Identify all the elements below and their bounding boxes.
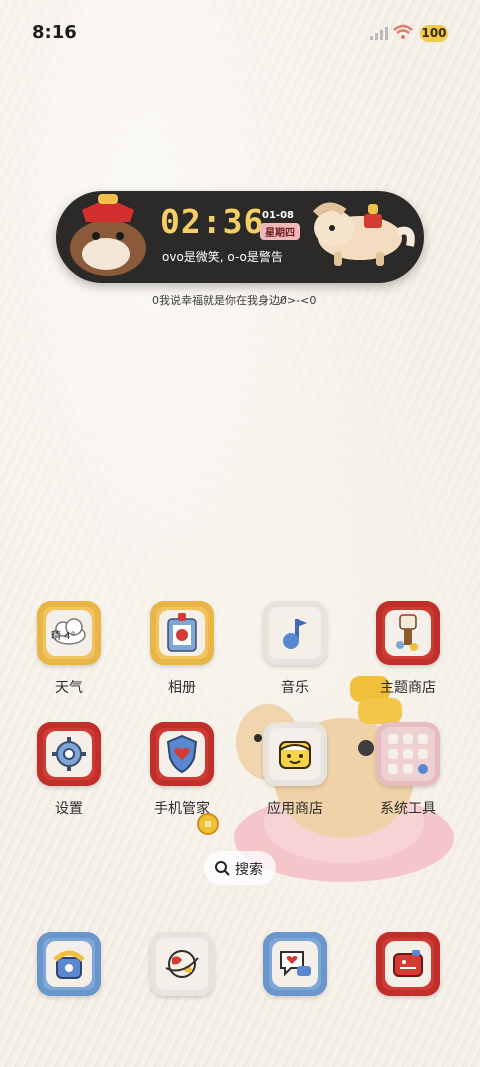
- gear-icon: [52, 737, 86, 771]
- signal-icon: [370, 27, 388, 40]
- phone-app-icon: [37, 932, 101, 996]
- browser-app-icon: [150, 932, 214, 996]
- theme-store-app-icon: [376, 601, 440, 665]
- app-label: 应用商店: [267, 801, 323, 817]
- weather-app-icon: 晴 4°: [37, 601, 101, 665]
- globe-icon: [165, 950, 199, 978]
- paintbrush-icon: [396, 614, 418, 651]
- widget-weekday: 星期四: [260, 223, 300, 240]
- camera-icon: [393, 950, 423, 977]
- weather-text: 晴 4°: [51, 631, 76, 642]
- smiley-bag-icon: [279, 741, 311, 769]
- widget-clock: 02:36: [160, 202, 265, 241]
- horse-mascot-icon: [70, 194, 146, 276]
- music-note-icon: [283, 619, 307, 649]
- folder-icon: [376, 722, 440, 786]
- chat-bubble-icon: [280, 951, 311, 977]
- coin-icon: [197, 813, 219, 835]
- app-label: 天气: [55, 680, 83, 696]
- phone-manager-app-icon: [150, 722, 214, 786]
- app-label: 音乐: [281, 680, 309, 696]
- app-store-app-icon: [263, 722, 327, 786]
- photo-icon: [167, 613, 197, 652]
- battery-indicator: 100: [420, 25, 448, 42]
- widget-motto: ovo是微笑, o-o是警告: [162, 250, 283, 264]
- shield-icon: [166, 734, 198, 774]
- folder-grid-icon: [388, 734, 428, 774]
- app-label: 系统工具: [380, 801, 436, 817]
- widget-date: 01-08: [262, 210, 294, 221]
- settings-app-icon: [37, 722, 101, 786]
- app-label: 设置: [55, 801, 83, 817]
- app-label: 主题商店: [380, 680, 436, 696]
- search-button[interactable]: 搜索: [204, 851, 276, 885]
- gallery-app-icon: [150, 601, 214, 665]
- phone-icon: [53, 950, 85, 979]
- app-label: 相册: [168, 680, 196, 696]
- messages-app-icon: [263, 932, 327, 996]
- search-icon: [215, 861, 230, 876]
- running-horse-icon: [312, 202, 415, 266]
- tagline-text: 0我说幸福就是你在我身边0̸̸>-<0: [152, 294, 317, 307]
- music-app-icon: [263, 601, 327, 665]
- search-label: 搜索: [235, 862, 263, 878]
- camera-app-icon: [376, 932, 440, 996]
- status-time: 8:16: [32, 22, 77, 43]
- status-bar: 8:16 100: [0, 0, 480, 70]
- wifi-icon: [393, 24, 413, 39]
